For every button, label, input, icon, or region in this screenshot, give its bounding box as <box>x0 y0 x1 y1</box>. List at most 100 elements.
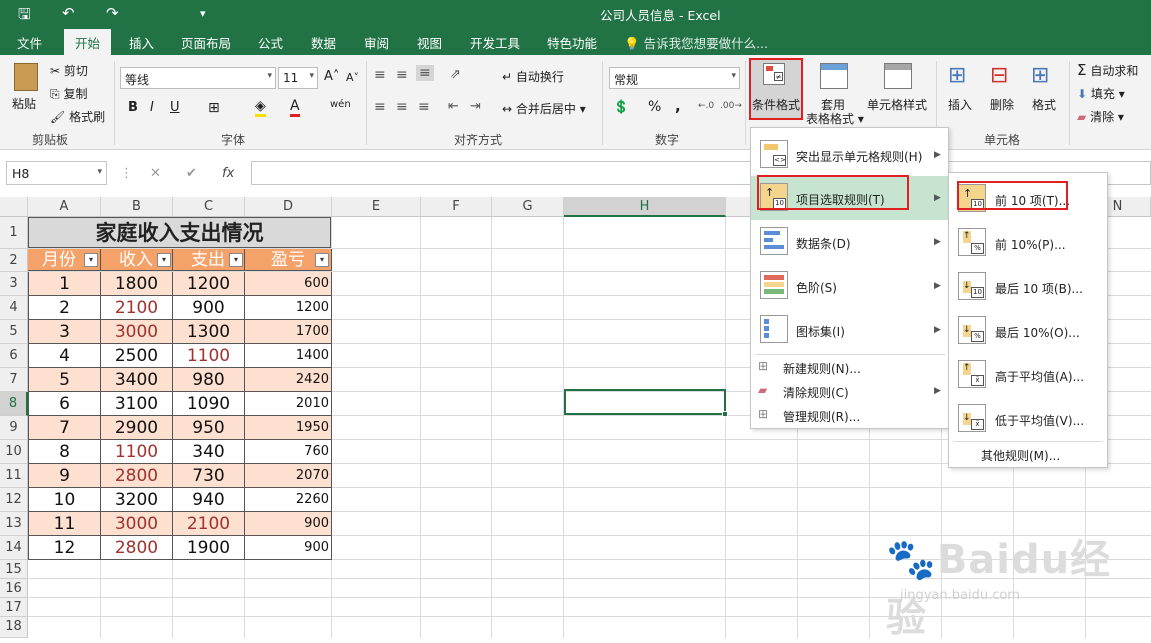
table-cell-income[interactable]: 3200 <box>101 488 173 512</box>
comma-button[interactable]: , <box>675 97 681 115</box>
selected-cell-h8[interactable] <box>564 389 726 415</box>
menu-item-bottom-10-percent[interactable]: ↓% 最后 10%(O)... <box>949 310 1107 350</box>
table-cell-profit[interactable]: 1700 <box>245 320 332 344</box>
format-painter-button[interactable]: 🖌 格式刷 <box>50 108 105 125</box>
number-format-select[interactable]: 常规 ▾ <box>609 67 740 89</box>
table-cell-income[interactable]: 2800 <box>101 464 173 488</box>
table-cell-month[interactable]: 11 <box>28 512 101 536</box>
underline-button[interactable]: U <box>170 100 180 115</box>
tab-data[interactable]: 数据 <box>311 33 336 52</box>
tab-features[interactable]: 特色功能 <box>547 33 597 52</box>
tab-file[interactable]: 文件 <box>17 33 42 52</box>
decrease-decimal-icon[interactable]: .00→ <box>720 101 742 111</box>
autosum-button[interactable]: Σ 自动求和 <box>1077 61 1138 79</box>
table-cell-expense[interactable]: 340 <box>173 440 245 464</box>
table-cell-expense[interactable]: 1090 <box>173 392 245 416</box>
tab-developer[interactable]: 开发工具 <box>470 33 520 52</box>
table-cell-month[interactable]: 8 <box>28 440 101 464</box>
row-header[interactable]: 4 <box>0 296 28 320</box>
clear-button[interactable]: ▰ 清除 ▾ <box>1077 108 1124 125</box>
row-header[interactable]: 10 <box>0 440 28 464</box>
sheet-title-cell[interactable]: 家庭收入支出情况 <box>28 217 331 248</box>
format-as-table-label[interactable]: 表格格式 ▾ <box>806 110 864 127</box>
row-header[interactable]: 11 <box>0 464 28 488</box>
table-cell-expense[interactable]: 950 <box>173 416 245 440</box>
shrink-font-icon[interactable]: A˅ <box>346 71 359 84</box>
table-cell-profit[interactable]: 1950 <box>245 416 332 440</box>
col-header-c[interactable]: C <box>173 197 245 217</box>
table-cell-month[interactable]: 2 <box>28 296 101 320</box>
menu-item-clear-rules[interactable]: ▰ 清除规则(C) ▶ <box>751 381 948 405</box>
table-cell-month[interactable]: 7 <box>28 416 101 440</box>
row-header[interactable]: 13 <box>0 512 28 536</box>
table-cell-profit[interactable]: 2010 <box>245 392 332 416</box>
menu-item-manage-rules[interactable]: ⊞ 管理规则(R)... <box>751 405 948 429</box>
table-cell-profit[interactable]: 2260 <box>245 488 332 512</box>
cut-button[interactable]: ✂ 剪切 <box>50 62 88 79</box>
table-cell-expense[interactable]: 1200 <box>173 272 245 296</box>
header-cell-month[interactable]: 月份 ▾ <box>28 249 101 271</box>
table-cell-income[interactable]: 1800 <box>101 272 173 296</box>
col-header-g[interactable]: G <box>492 197 564 217</box>
col-header-e[interactable]: E <box>332 197 421 217</box>
row-header[interactable]: 14 <box>0 536 28 560</box>
row-header[interactable]: 6 <box>0 344 28 368</box>
header-cell-profit[interactable]: 盈亏 ▾ <box>245 249 332 271</box>
tab-formulas[interactable]: 公式 <box>258 33 283 52</box>
col-header-a[interactable]: A <box>28 197 101 217</box>
orientation-icon[interactable]: ⇗ <box>450 67 461 82</box>
menu-item-new-rule[interactable]: ⊞ 新建规则(N)... <box>751 357 948 381</box>
tab-review[interactable]: 审阅 <box>364 33 389 52</box>
table-cell-month[interactable]: 9 <box>28 464 101 488</box>
table-cell-profit[interactable]: 2420 <box>245 368 332 392</box>
format-cells-button[interactable]: 格式 <box>1032 96 1056 113</box>
percent-button[interactable]: % <box>648 99 661 115</box>
table-cell-month[interactable]: 3 <box>28 320 101 344</box>
filter-dropdown-icon[interactable]: ▾ <box>84 253 98 267</box>
table-cell-expense[interactable]: 1100 <box>173 344 245 368</box>
table-cell-profit[interactable]: 1400 <box>245 344 332 368</box>
fill-color-icon[interactable]: ◈ <box>255 98 266 117</box>
table-cell-expense[interactable]: 900 <box>173 296 245 320</box>
row-header[interactable]: 9 <box>0 416 28 440</box>
cell-styles-button[interactable]: 单元格样式 <box>867 96 927 113</box>
table-cell-profit[interactable]: 900 <box>245 536 332 560</box>
col-header-d[interactable]: D <box>245 197 332 217</box>
table-cell-month[interactable]: 1 <box>28 272 101 296</box>
table-cell-profit[interactable]: 1200 <box>245 296 332 320</box>
table-cell-income[interactable]: 3000 <box>101 320 173 344</box>
tab-page-layout[interactable]: 页面布局 <box>181 33 231 52</box>
table-cell-profit[interactable]: 760 <box>245 440 332 464</box>
insert-cells-button[interactable]: 插入 <box>948 96 972 113</box>
italic-button[interactable]: I <box>150 100 154 115</box>
table-cell-profit[interactable]: 600 <box>245 272 332 296</box>
wrap-text-button[interactable]: ↵ 自动换行 <box>502 68 564 85</box>
cancel-icon[interactable]: ✕ <box>150 166 161 181</box>
paste-button[interactable]: 粘贴 <box>12 95 36 112</box>
tell-me-search[interactable]: 💡 告诉我您想要做什么... <box>624 33 768 52</box>
col-header-h[interactable]: H <box>564 197 726 217</box>
filter-dropdown-icon[interactable]: ▾ <box>315 253 329 267</box>
menu-item-icon-sets[interactable]: 图标集(I) ▶ <box>751 308 948 352</box>
align-center-icon[interactable]: ≡ <box>396 99 408 115</box>
table-cell-income[interactable]: 2100 <box>101 296 173 320</box>
fill-handle[interactable] <box>722 411 728 417</box>
row-header[interactable]: 3 <box>0 272 28 296</box>
border-icon[interactable]: ⊞ <box>208 100 220 116</box>
menu-item-bottom-10[interactable]: ↓ 10 最后 10 项(B)... <box>949 266 1107 306</box>
menu-item-below-average[interactable]: ↓ x̄ 低于平均值(V)... <box>949 398 1107 438</box>
font-size-select[interactable]: 11 ▾ <box>278 67 318 89</box>
align-right-icon[interactable]: ≡ <box>418 99 430 115</box>
enter-icon[interactable]: ✔ <box>186 166 197 181</box>
align-top-icon[interactable]: ≡ <box>374 67 386 83</box>
table-cell-month[interactable]: 5 <box>28 368 101 392</box>
fill-button[interactable]: ⬇ 填充 ▾ <box>1077 85 1125 102</box>
undo-icon[interactable]: ↶ <box>62 4 75 22</box>
table-cell-month[interactable]: 10 <box>28 488 101 512</box>
delete-cells-button[interactable]: 删除 <box>990 96 1014 113</box>
decrease-indent-icon[interactable]: ⇤ <box>448 99 459 114</box>
table-cell-month[interactable]: 4 <box>28 344 101 368</box>
name-box[interactable]: H8 ▾ <box>6 161 107 185</box>
align-left-icon[interactable]: ≡ <box>374 99 386 115</box>
save-icon[interactable]: 🖫 <box>18 4 31 29</box>
